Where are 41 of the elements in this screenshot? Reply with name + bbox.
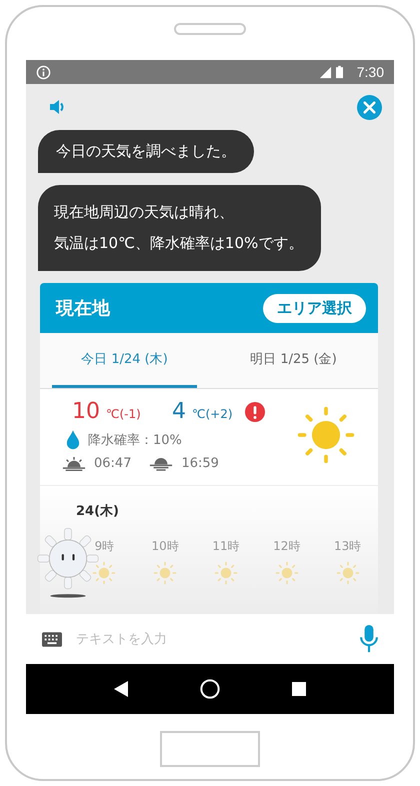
- sunset-time: 16:59: [181, 456, 219, 471]
- raindrop-icon: [66, 430, 80, 450]
- message-line: 気温は10℃、降水確率は10%です。: [54, 233, 304, 254]
- status-time: 7:30: [356, 64, 384, 80]
- day-tab[interactable]: 今日 1/24 (木): [52, 333, 197, 388]
- input-bar[interactable]: テキストを入力: [26, 614, 394, 664]
- home-icon[interactable]: [200, 679, 220, 699]
- sunset-icon: [149, 456, 174, 471]
- info-icon: [36, 64, 51, 80]
- sun-icon: [274, 561, 299, 585]
- signal-icon: [318, 66, 332, 78]
- speaker-slot: [174, 23, 246, 35]
- close-icon[interactable]: [357, 94, 382, 120]
- microphone-icon[interactable]: [360, 625, 378, 653]
- sun-icon: [214, 561, 238, 585]
- hour-label: 13時: [334, 538, 362, 555]
- sunrise-time: 06:47: [94, 456, 132, 471]
- low-temperature: 4: [172, 399, 186, 424]
- hour-label: 10時: [152, 538, 179, 555]
- battery-icon: [336, 65, 343, 79]
- low-temperature-unit: ℃(+2): [192, 407, 233, 421]
- sun-icon: [92, 561, 116, 585]
- high-temperature-unit: ℃(-1): [106, 407, 142, 421]
- rain-probability: 降水確率：10%: [88, 432, 182, 449]
- sun-icon: [153, 561, 178, 585]
- high-temperature: 10: [72, 399, 100, 424]
- area-select-button[interactable]: エリア選択: [263, 294, 366, 322]
- keyboard-icon[interactable]: [42, 632, 62, 646]
- day-tab[interactable]: 明日 1/25 (金): [221, 333, 366, 388]
- location-title: 現在地: [56, 297, 110, 320]
- warning-icon[interactable]: [244, 402, 265, 422]
- hourly-date: 24(木): [76, 503, 120, 520]
- hour-label: 9時: [94, 538, 114, 555]
- text-input-field[interactable]: テキストを入力: [74, 630, 348, 648]
- hour-label: 12時: [273, 538, 300, 555]
- hour-label: 11時: [212, 538, 240, 555]
- sunrise-icon: [62, 456, 86, 471]
- message-line: 現在地周辺の天気は晴れ、: [54, 202, 235, 223]
- chat-bubble: 今日の天気を調べました。: [38, 130, 254, 173]
- sun-icon: [296, 405, 356, 465]
- sun-icon: [336, 561, 360, 585]
